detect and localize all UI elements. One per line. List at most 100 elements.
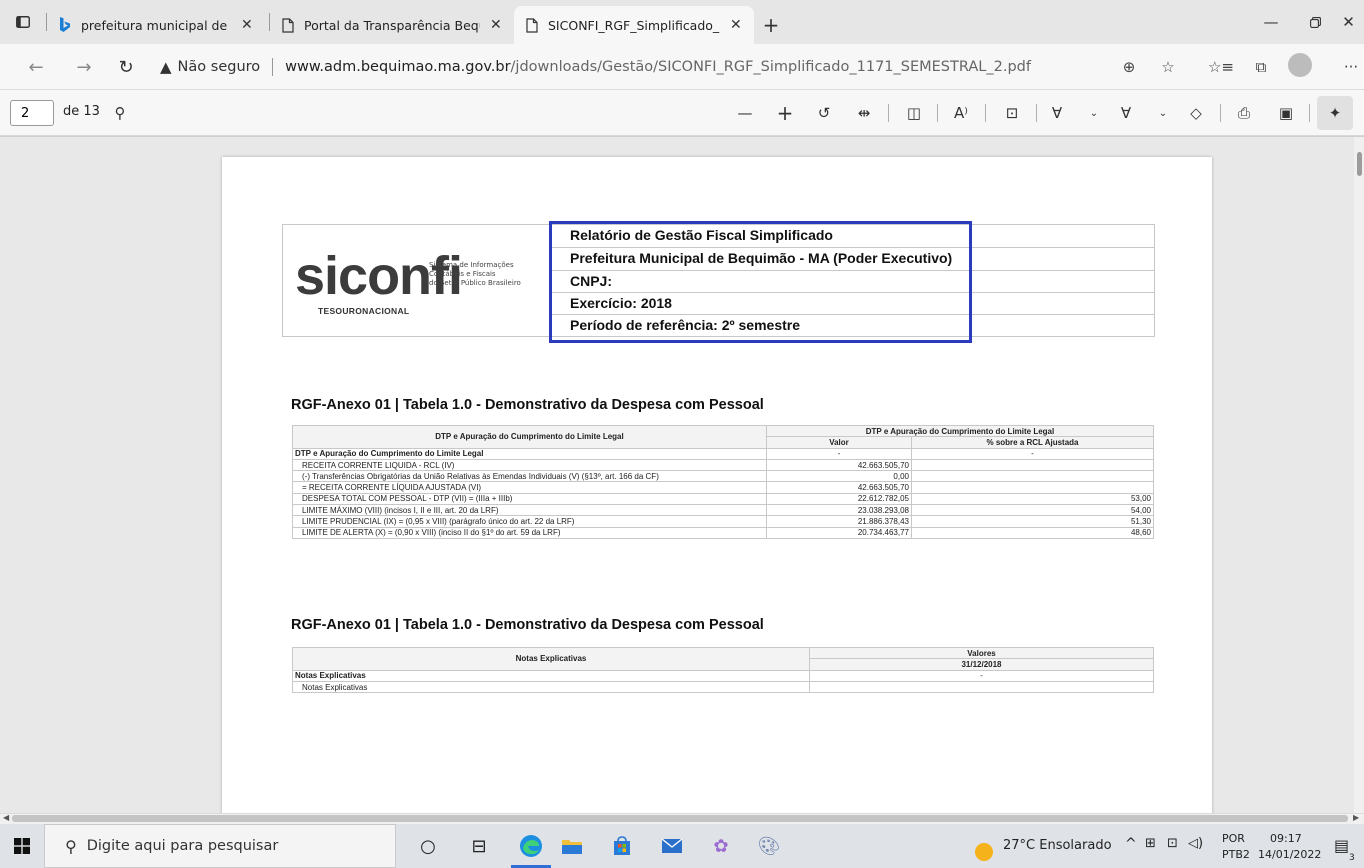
zoom-out-button[interactable]: — — [731, 101, 759, 125]
zoom-in-button[interactable]: + — [771, 101, 799, 125]
store-button[interactable] — [606, 832, 638, 860]
draw-button[interactable]: ∀ — [1043, 101, 1071, 125]
draw-options-button[interactable]: ⌄ — [1080, 101, 1108, 125]
table-row: DESPESA TOTAL COM PESSOAL - DTP (VII) = … — [292, 492, 1154, 506]
table-row: LIMITE PRUDENCIAL (IX) = (0,95 x VIII) (… — [292, 515, 1154, 528]
arrow-right-icon: → — [76, 56, 92, 78]
store-icon — [614, 836, 630, 855]
row-valor: 23.038.293,08 — [766, 504, 912, 517]
clock-date[interactable]: 14/01/2022 — [1258, 848, 1321, 862]
add-text-button[interactable]: ⊡ — [998, 101, 1026, 125]
notas-explicativas-table: Notas Explicativas Valores 31/12/2018 No… — [292, 646, 1154, 694]
page-number-input[interactable] — [10, 100, 54, 126]
highlight-options-button[interactable]: ⌄ — [1149, 101, 1177, 125]
logo-subtitle-line: Sistema de Informações — [429, 261, 514, 269]
weather-icon[interactable] — [975, 843, 993, 861]
chevron-up-icon[interactable]: ^ — [1125, 836, 1137, 852]
restore-button[interactable] — [1292, 0, 1338, 44]
close-window-button[interactable]: ✕ — [1333, 0, 1364, 44]
tab-siconfi-pdf[interactable]: SICONFI_RGF_Simplificado_1171 ✕ — [514, 6, 754, 44]
tab-title: Portal da Transparência Bequimã — [304, 17, 480, 33]
pin-toolbar-button[interactable]: ✦ — [1317, 96, 1353, 130]
chevron-down-icon: ⌄ — [1158, 107, 1168, 119]
table-header-group: DTP e Apuração do Cumprimento do Limite … — [766, 424, 1154, 438]
reload-button[interactable]: ↻ — [112, 54, 140, 80]
notification-icon[interactable]: ▤ — [1334, 836, 1349, 855]
tab-actions-button[interactable] — [0, 0, 46, 44]
search-icon: ⚲ — [114, 104, 126, 122]
url-field[interactable]: ▲ Não seguro www.adm.bequimao.ma.gov.br … — [160, 52, 1160, 82]
page-view-button[interactable]: ◫ — [900, 101, 928, 125]
language-label[interactable]: POR — [1222, 832, 1245, 846]
close-icon[interactable]: ✕ — [730, 17, 742, 33]
vertical-scrollbar[interactable] — [1354, 137, 1364, 813]
more-icon: ··· — [1343, 58, 1359, 76]
row-label: RECEITA CORRENTE LIQUIDA - RCL (IV) — [292, 458, 767, 472]
row-pct: 51,30 — [911, 515, 1154, 528]
close-icon[interactable]: ✕ — [241, 17, 253, 33]
favorites-button[interactable]: ☆≡ — [1206, 54, 1236, 80]
row-valor: 22.612.782,05 — [766, 492, 912, 506]
zoom-button[interactable]: ⊕ — [1114, 54, 1144, 80]
avatar[interactable] — [1288, 53, 1312, 77]
app-button[interactable]: ✿ — [705, 832, 737, 860]
display-icon[interactable]: ⊡ — [1167, 836, 1178, 851]
back-button[interactable]: ← — [22, 54, 50, 80]
highlight-button[interactable]: ∀ — [1112, 101, 1140, 125]
close-icon[interactable]: ✕ — [490, 17, 502, 33]
row-valor — [809, 680, 1154, 694]
cortana-icon: ○ — [420, 835, 436, 857]
minimize-button[interactable]: — — [1248, 0, 1294, 44]
pdf-toolbar: de 13 ⚲ — + ↺ ⇹ ◫ A⁾ ⊡ ∀ ⌄ ∀ ⌄ ◇ ⎙ ▣ ✦ — [0, 90, 1364, 136]
tab-portal-transparencia[interactable]: Portal da Transparência Bequimã ✕ — [270, 6, 514, 44]
pdf-viewport[interactable]: siconfi Sistema de Informações Contábeis… — [0, 137, 1364, 813]
cortana-button[interactable]: ○ — [412, 832, 444, 860]
paint-icon: 🎨︎ — [757, 835, 781, 857]
start-button[interactable] — [0, 824, 44, 868]
find-button[interactable]: ⚲ — [106, 101, 134, 125]
taskbar-search-input[interactable]: ⚲ Digite aqui para pesquisar — [44, 824, 396, 868]
security-indicator[interactable]: ▲ Não seguro — [160, 58, 260, 76]
mail-button[interactable] — [656, 832, 688, 860]
network-icon[interactable]: ⊞ — [1145, 836, 1156, 851]
folder-icon — [562, 840, 582, 854]
security-label: Não seguro — [177, 59, 261, 75]
report-cnpj: CNPJ: — [570, 273, 613, 289]
read-aloud-button[interactable]: A⁾ — [947, 101, 975, 125]
row-pct: 53,00 — [911, 492, 1154, 506]
toolbar-separator — [1220, 104, 1221, 122]
logo-org: TESOURONACIONAL — [318, 306, 410, 316]
print-button[interactable]: ⎙ — [1230, 101, 1258, 125]
row-pct: 48,60 — [911, 526, 1154, 539]
keyboard-layout-label[interactable]: PTB2 — [1222, 848, 1250, 862]
file-explorer-button[interactable] — [556, 832, 588, 860]
paint-button[interactable]: 🎨︎ — [753, 832, 785, 860]
horizontal-scroll-thumb[interactable] — [12, 815, 1348, 822]
row-label: LIMITE DE ALERTA (X) = (0,90 x VIII) (in… — [292, 526, 767, 539]
pdf-page: siconfi Sistema de Informações Contábeis… — [222, 157, 1212, 813]
add-favorite-button[interactable]: ☆ — [1153, 54, 1183, 80]
edge-taskbar-button[interactable] — [515, 832, 547, 860]
save-button[interactable]: ▣ — [1272, 101, 1300, 125]
more-menu-button[interactable]: ··· — [1336, 54, 1364, 80]
windows-icon — [14, 838, 30, 854]
favorites-icon: ☆≡ — [1207, 58, 1234, 76]
row-label: Notas Explicativas — [292, 680, 810, 694]
tab-title: prefeitura municipal de bequima — [81, 17, 231, 33]
weather-label[interactable]: 27°C Ensolarado — [1003, 838, 1112, 853]
bing-icon — [60, 17, 70, 32]
volume-icon[interactable]: ◁) — [1188, 836, 1203, 851]
erase-button[interactable]: ◇ — [1182, 101, 1210, 125]
scroll-right-icon[interactable]: ▶ — [1353, 813, 1359, 822]
task-view-button[interactable]: ⊟ — [463, 832, 495, 860]
page-icon — [282, 17, 294, 33]
clock-time[interactable]: 09:17 — [1270, 832, 1302, 846]
collections-button[interactable]: ⧉ — [1246, 54, 1276, 80]
scroll-left-icon[interactable]: ◀ — [3, 813, 9, 822]
new-tab-button[interactable]: + — [754, 6, 788, 44]
fit-width-button[interactable]: ⇹ — [850, 101, 878, 125]
tab-prefeitura[interactable]: prefeitura municipal de bequima ✕ — [47, 6, 269, 44]
rotate-button[interactable]: ↺ — [810, 101, 838, 125]
forward-button[interactable]: → — [70, 54, 98, 80]
vertical-scroll-thumb[interactable] — [1357, 152, 1362, 176]
